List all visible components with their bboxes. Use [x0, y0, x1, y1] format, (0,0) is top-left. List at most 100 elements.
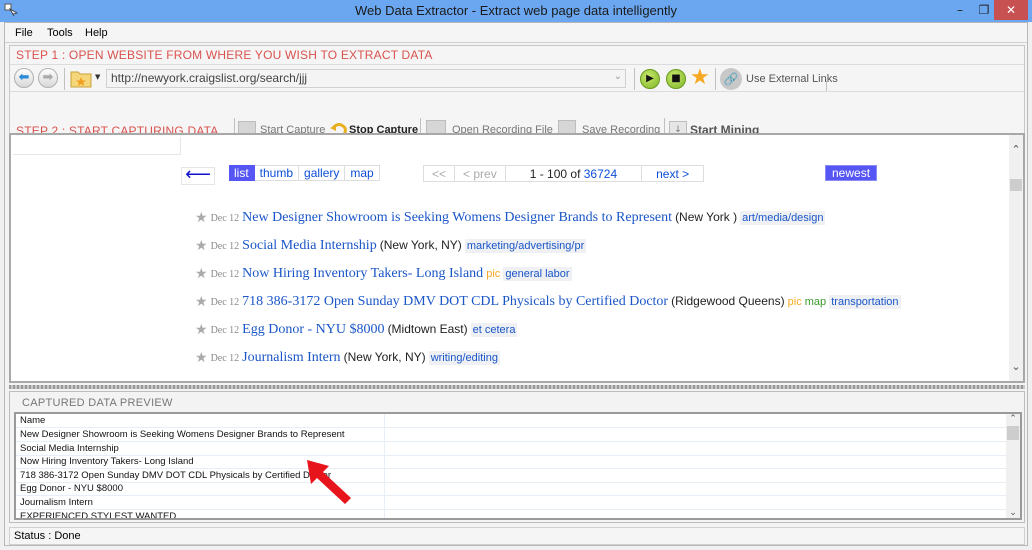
grid-row[interactable]: EXPERIENCED STYLEST WANTED [16, 509, 1006, 520]
stop-button[interactable]: ■ [666, 69, 686, 89]
listing-category-link[interactable]: marketing/advertising/pr [464, 239, 587, 253]
column-separator [384, 441, 385, 456]
favorite-star-icon[interactable]: ★ [195, 293, 208, 309]
listing-row: ★ Dec 12 718 386-3172 Open Sunday DMV DOT … [195, 293, 901, 311]
listing-location: (Midtown East) [387, 322, 468, 336]
column-separator [384, 414, 385, 428]
grid-row[interactable]: Social Media Internship [16, 441, 1006, 456]
preview-grid[interactable]: Name New Designer Showroom is Seeking Wo… [14, 412, 1022, 520]
grid-row[interactable]: New Designer Showroom is Seeking Womens … [16, 428, 1006, 442]
title-bar: Web Data Extractor - Extract web page da… [0, 0, 1032, 22]
url-dropdown-icon[interactable]: ⌄ [614, 71, 622, 82]
scroll-up-icon[interactable]: ⌃ [1006, 414, 1020, 424]
back-arrow-icon: ⬅ [18, 70, 30, 85]
listing-pic-tag: pic [486, 268, 501, 280]
prev-page-button[interactable]: < prev [455, 165, 506, 182]
browser-view[interactable]: ⟵ list thumb gallery map << < prev 1 - 1… [9, 133, 1025, 383]
column-separator [384, 482, 385, 497]
listing-location: (New York, NY) [379, 238, 462, 252]
separator [826, 81, 827, 91]
listing-date: Dec 12 [210, 241, 240, 252]
scroll-thumb[interactable] [1010, 179, 1022, 191]
listing-title-link[interactable]: Journalism Intern [242, 350, 340, 365]
listing-location: (New York, NY) [343, 350, 426, 364]
column-separator [384, 428, 385, 442]
listing-title-link[interactable]: Now Hiring Inventory Takers- Long Island [242, 266, 483, 281]
browser-scrollbar[interactable]: ⌃ ⌄ [1009, 135, 1023, 381]
column-separator [384, 468, 385, 483]
listing-pic-tag: pic [787, 296, 802, 308]
tab-map[interactable]: map [345, 165, 380, 181]
sort-newest-button[interactable]: newest [825, 165, 878, 181]
back-button[interactable]: ⬅ [14, 68, 34, 88]
view-tabs: list thumb gallery map [229, 165, 380, 181]
window-title: Web Data Extractor - Extract web page da… [354, 3, 678, 18]
close-button[interactable]: ✕ [994, 0, 1028, 20]
listing-category-link[interactable]: general labor [503, 267, 572, 281]
listing-category-link[interactable]: et cetera [470, 323, 518, 337]
menu-tools[interactable]: Tools [47, 27, 73, 39]
main-window: File Tools Help STEP 1 : OPEN WEBSITE FR… [4, 22, 1028, 546]
cell-name: EXPERIENCED STYLEST WANTED [20, 510, 177, 520]
listing-date: Dec 12 [210, 325, 240, 336]
tab-list[interactable]: list [229, 165, 255, 181]
bookmark-star-icon[interactable]: ★ [690, 67, 710, 89]
listing-title-link[interactable]: 718 386-3172 Open Sunday DMV DOT CDL Phy… [242, 294, 668, 309]
result-range: 1 - 100 of 36724 [505, 165, 643, 182]
listing-date: Dec 12 [210, 297, 240, 308]
preview-title: CAPTURED DATA PREVIEW [22, 397, 173, 409]
url-input[interactable]: http://newyork.craigslist.org/search/jjj… [106, 69, 626, 88]
separator [715, 68, 716, 90]
preview-scrollbar[interactable]: ⌃ ⌄ [1006, 414, 1020, 518]
page-search-box[interactable] [13, 137, 181, 155]
menu-bar: File Tools Help [5, 23, 1027, 43]
grid-row[interactable]: Now Hiring Inventory Takers- Long Island [16, 455, 1006, 470]
listing-title-link[interactable]: Egg Donor - NYU $8000 [242, 322, 384, 337]
listing-row: ★ Dec 12 Egg Donor - NYU $8000 (Midtown Ea… [195, 321, 518, 339]
grid-row[interactable]: Journalism Intern [16, 496, 1006, 510]
favorite-star-icon[interactable]: ★ [195, 321, 208, 337]
listing-row: ★ Dec 12 New Designer Showroom is Seeking … [195, 209, 826, 227]
scroll-up-icon[interactable]: ⌃ [1009, 143, 1023, 156]
grid-row[interactable]: Egg Donor - NYU $8000 [16, 482, 1006, 497]
menu-file[interactable]: File [15, 27, 33, 39]
listing-title-link[interactable]: New Designer Showroom is Seeking Womens … [242, 210, 672, 225]
play-button[interactable]: ▶ [640, 69, 660, 89]
pagination: << < prev 1 - 100 of 36724 next > [423, 165, 705, 182]
tab-thumb[interactable]: thumb [254, 165, 300, 181]
link-icon[interactable]: 🔗 [720, 68, 742, 90]
page-back-link[interactable]: ⟵ [181, 166, 215, 185]
scroll-down-icon[interactable]: ⌄ [1009, 360, 1023, 373]
grid-row[interactable]: 718 386-3172 Open Sunday DMV DOT CDL Phy… [16, 468, 1006, 483]
listing-category-link[interactable]: transportation [829, 295, 901, 309]
menu-help[interactable]: Help [85, 27, 108, 39]
play-icon: ▶ [646, 73, 654, 84]
tab-gallery[interactable]: gallery [299, 165, 346, 181]
forward-button[interactable]: ➡ [38, 68, 58, 88]
column-header-name[interactable]: Name [20, 415, 382, 428]
favorites-folder-icon[interactable] [70, 68, 92, 88]
panel-splitter[interactable] [9, 385, 1025, 389]
listing-title-link[interactable]: Social Media Internship [242, 238, 377, 253]
listing-date: Dec 12 [210, 269, 240, 280]
status-text: Status : Done [14, 530, 81, 542]
scroll-down-icon[interactable]: ⌄ [1006, 508, 1020, 518]
listing-category-link[interactable]: art/media/design [740, 211, 826, 225]
listing-category-link[interactable]: writing/editing [428, 351, 500, 365]
scroll-thumb[interactable] [1007, 426, 1019, 440]
next-page-button[interactable]: next > [642, 165, 705, 182]
column-separator [384, 496, 385, 510]
listing-location: (Ridgewood Queens) [671, 294, 785, 308]
favorite-star-icon[interactable]: ★ [195, 349, 208, 365]
favorites-dropdown-icon[interactable]: ▼ [95, 73, 100, 81]
first-page-button[interactable]: << [423, 165, 456, 182]
favorite-star-icon[interactable]: ★ [195, 265, 208, 281]
listing-row: ★ Dec 12 Journalism Intern (New York, NY) … [195, 349, 500, 367]
use-external-links-button[interactable]: Use External Links [746, 73, 838, 85]
grid-header: Name [16, 414, 1006, 428]
favorite-star-icon[interactable]: ★ [195, 209, 208, 225]
step1-title: STEP 1 : OPEN WEBSITE FROM WHERE YOU WIS… [16, 48, 433, 62]
favorite-star-icon[interactable]: ★ [195, 237, 208, 253]
range-prefix: 1 - 100 of [529, 167, 584, 181]
listing-map-link[interactable]: map [805, 296, 826, 308]
